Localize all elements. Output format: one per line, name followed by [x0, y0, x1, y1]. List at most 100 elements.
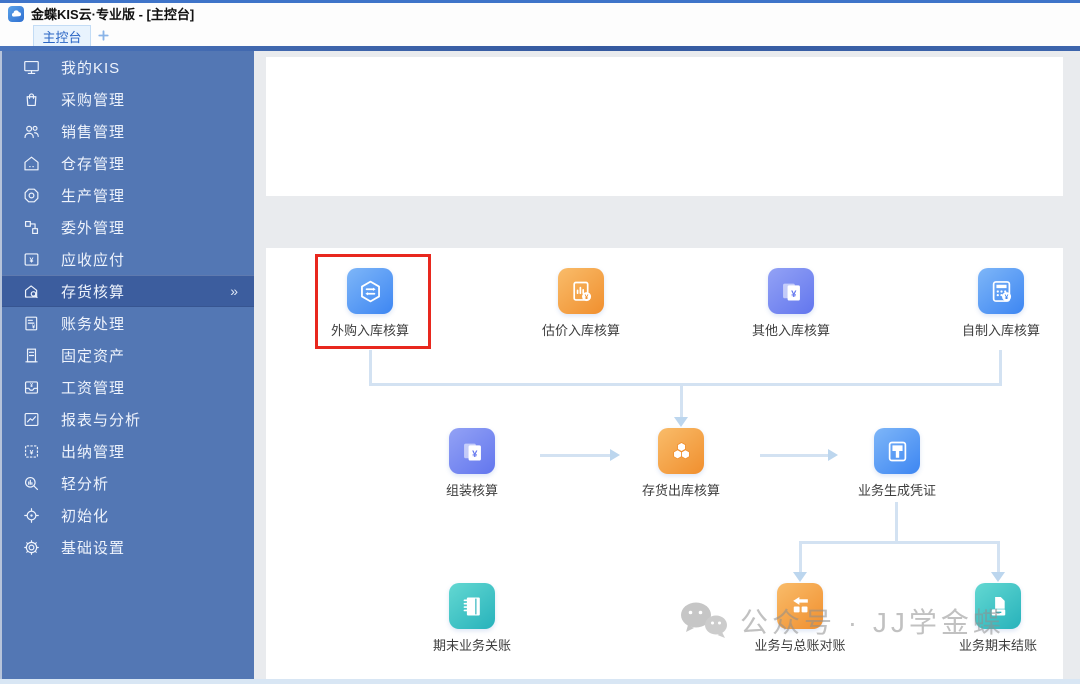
sidebar-item-label: 采购管理 — [61, 91, 126, 109]
sidebar-item-label: 出纳管理 — [61, 443, 126, 461]
node-label: 估价入库核算 — [541, 323, 620, 338]
sidebar-item-label: 账务处理 — [61, 315, 126, 333]
sidebar-item-label: 报表与分析 — [61, 411, 142, 429]
sidebar-item-label: 存货核算 — [61, 283, 126, 301]
top-blank-panel — [266, 57, 1063, 196]
sidebar-item-fixed-assets[interactable]: 固定资产 — [2, 339, 254, 371]
node-label: 存货出库核算 — [641, 483, 720, 498]
sidebar-item-cashier[interactable]: ¥ 出纳管理 — [2, 435, 254, 467]
node-label: 其他入库核算 — [751, 323, 830, 338]
sidebar-item-payroll[interactable]: ¥ 工资管理 — [2, 371, 254, 403]
sidebar-item-label: 生产管理 — [61, 187, 126, 205]
node-label: 业务期末结账 — [958, 638, 1037, 653]
monitor-icon — [22, 58, 41, 77]
flowchart-panel: 外购入库核算 ¥ 估价入库核算 ¥ 其他入库核算 ¥ 自制入库核算 ¥ 组装核算… — [266, 248, 1063, 679]
node-period-end-close-business[interactable]: 期末业务关账 — [407, 583, 537, 654]
node-assembly-accounting[interactable]: ¥ 组装核算 — [407, 428, 537, 499]
sidebar-item-sales[interactable]: 销售管理 — [2, 115, 254, 147]
sidebar-item-production[interactable]: 生产管理 — [2, 179, 254, 211]
node-outbound-accounting[interactable]: 存货出库核算 — [616, 428, 746, 499]
sidebar-item-light-analysis[interactable]: 轻分析 — [2, 467, 254, 499]
outsourcing-icon — [22, 218, 41, 237]
node-business-period-close[interactable]: 业务期末结账 — [933, 583, 1063, 654]
sidebar-item-label: 我的KIS — [61, 59, 121, 77]
node-label: 期末业务关账 — [432, 638, 511, 653]
node-label: 业务与总账对账 — [754, 638, 846, 653]
sidebar-item-basic-settings[interactable]: 基础设置 — [2, 531, 254, 563]
title-bar: 金蝶KIS云·专业版 - [主控台] — [0, 3, 1080, 24]
connector-line — [369, 350, 372, 386]
sidebar-item-bookkeeping[interactable]: ¥ 账务处理 — [2, 307, 254, 339]
svg-text:¥: ¥ — [584, 294, 588, 301]
sidebar-item-reports-analysis[interactable]: 报表与分析 — [2, 403, 254, 435]
new-tab-button[interactable] — [91, 25, 115, 46]
connector-line — [369, 383, 1002, 386]
sidebar-item-label: 初始化 — [61, 507, 110, 525]
tab-main-console[interactable]: 主控台 — [33, 25, 91, 46]
sidebar-item-my-kis[interactable]: 我的KIS — [2, 51, 254, 83]
period-close-icon — [975, 583, 1021, 629]
node-estimated-inbound[interactable]: ¥ 估价入库核算 — [516, 268, 646, 339]
sidebar-item-label: 轻分析 — [61, 475, 110, 493]
sidebar-item-initialization[interactable]: 初始化 — [2, 499, 254, 531]
sidebar-item-warehouse[interactable]: 仓存管理 — [2, 147, 254, 179]
app-window: 金蝶KIS云·专业版 - [主控台] 主控台 我的KIS 采购管理 销售管理 仓… — [0, 0, 1080, 684]
settings-icon — [22, 538, 41, 557]
shopping-bag-icon — [22, 90, 41, 109]
sidebar-item-outsourcing[interactable]: 委外管理 — [2, 211, 254, 243]
connector-line — [540, 454, 612, 457]
warehouse-icon — [22, 154, 41, 173]
production-icon — [22, 186, 41, 205]
connector-line — [760, 454, 830, 457]
window-bottom-border — [0, 679, 1080, 684]
node-label: 组装核算 — [445, 483, 498, 498]
cloud-app-icon — [8, 5, 24, 22]
svg-text:¥: ¥ — [472, 448, 478, 459]
pages-yen-icon: ¥ — [768, 268, 814, 314]
svg-text:¥: ¥ — [30, 256, 34, 264]
pages-yen-icon: ¥ — [449, 428, 495, 474]
highlight-rectangle — [315, 254, 431, 349]
inventory-accounting-icon — [22, 282, 41, 301]
connector-line — [997, 541, 1000, 573]
connector-line — [999, 350, 1002, 386]
report-analysis-icon — [22, 410, 41, 429]
sidebar-item-label: 基础设置 — [61, 539, 126, 557]
sidebar-item-inventory-accounting[interactable]: 存货核算 » — [2, 275, 254, 307]
sidebar-item-label: 委外管理 — [61, 219, 126, 237]
sidebar-item-label: 应收应付 — [61, 251, 126, 269]
connector-line — [799, 541, 1000, 544]
sidebar-item-label: 仓存管理 — [61, 155, 126, 173]
fixed-assets-icon — [22, 346, 41, 365]
connector-line — [680, 386, 683, 418]
bookkeeping-icon: ¥ — [22, 314, 41, 333]
receivable-payable-icon: ¥ — [22, 250, 41, 269]
connector-line — [895, 502, 898, 544]
expand-chevron-icon: » — [230, 283, 238, 299]
sidebar-item-label: 工资管理 — [61, 379, 126, 397]
sidebar-item-label: 固定资产 — [61, 347, 126, 365]
tab-label: 主控台 — [42, 29, 82, 45]
svg-text:¥: ¥ — [30, 449, 34, 456]
node-label: 业务生成凭证 — [857, 483, 936, 498]
light-analysis-icon — [22, 474, 41, 493]
node-business-gl-reconcile[interactable]: 业务与总账对账 — [735, 583, 865, 654]
calculator-icon: ¥ — [978, 268, 1024, 314]
tab-bar: 主控台 — [0, 24, 1080, 46]
connector-line — [799, 541, 802, 573]
arrow-down-icon — [793, 572, 807, 582]
node-generate-voucher[interactable]: 业务生成凭证 — [832, 428, 962, 499]
node-other-inbound[interactable]: ¥ 其他入库核算 — [726, 268, 856, 339]
estimate-doc-icon: ¥ — [558, 268, 604, 314]
notebook-icon — [449, 583, 495, 629]
plus-icon — [97, 30, 109, 41]
arrow-down-icon — [991, 572, 1005, 582]
svg-text:¥: ¥ — [791, 288, 797, 299]
people-icon — [22, 122, 41, 141]
sidebar-item-purchase[interactable]: 采购管理 — [2, 83, 254, 115]
sidebar-item-receivable-payable[interactable]: ¥ 应收应付 — [2, 243, 254, 275]
node-self-made-inbound[interactable]: ¥ 自制入库核算 — [936, 268, 1066, 339]
reconcile-icon — [777, 583, 823, 629]
svg-text:¥: ¥ — [1004, 294, 1008, 301]
main-console: 外购入库核算 ¥ 估价入库核算 ¥ 其他入库核算 ¥ 自制入库核算 ¥ 组装核算… — [254, 51, 1080, 679]
